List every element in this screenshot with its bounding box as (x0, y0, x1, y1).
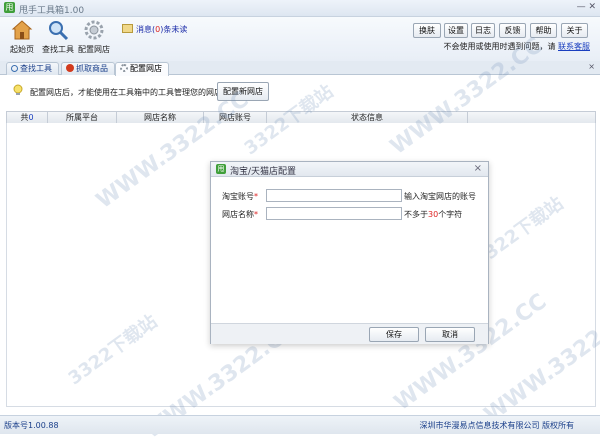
taobao-account-hint: 输入淘宝网店的账号 (404, 192, 476, 201)
hint-prefix: 不多于 (404, 210, 428, 219)
tab-label: 查找工具 (20, 64, 52, 73)
about-button[interactable]: 关于 (561, 23, 588, 38)
field-label: 淘宝账号 (222, 192, 254, 201)
title-bar: 甩 甩手工具箱1.00 — ✕ (0, 0, 600, 17)
count-value: 0 (28, 113, 34, 122)
lightbulb-icon (13, 84, 23, 95)
settings-button[interactable]: 设置 (444, 23, 468, 38)
dialog-title-bar: 甩 淘宝/天猫店配置 × (211, 162, 488, 177)
cancel-button[interactable]: 取消 (425, 327, 475, 342)
save-button[interactable]: 保存 (369, 327, 419, 342)
shop-name-label: 网店名称* (222, 209, 258, 220)
feedback-button[interactable]: 反馈 (499, 23, 526, 38)
home-icon (11, 20, 33, 40)
tab-grab-products[interactable]: 抓取商品 (61, 62, 115, 75)
window-controls[interactable]: — ✕ (577, 2, 596, 12)
notice-text: 配置网店后，才能使用在工具箱中的工具管理您的网店 (30, 88, 222, 97)
app-title: 甩手工具箱1.00 (19, 6, 85, 16)
app-icon: 甩 (4, 2, 15, 13)
shop-name-input[interactable] (266, 207, 402, 220)
message-suffix: )条未读 (160, 25, 188, 34)
gear-icon (120, 64, 128, 72)
message-link[interactable]: 消息(0)条未读 (122, 24, 187, 35)
required-mark: * (254, 192, 258, 201)
config-shop-tool-label: 配置网店 (78, 45, 110, 54)
config-shop-tool[interactable]: 配置网店 (72, 17, 116, 55)
copyright-text: 深圳市华漫易点信息技术有限公司 版权所有 (419, 421, 574, 430)
tab-find-tools[interactable]: 查找工具 (6, 62, 59, 75)
column-platform[interactable]: 所属平台 (48, 112, 117, 123)
hint-number: 30 (428, 210, 439, 219)
count-header: 共0 (7, 112, 48, 123)
dialog-footer: 保存 取消 (211, 323, 488, 344)
log-button[interactable]: 日志 (471, 23, 495, 38)
contact-service-link[interactable]: 联系客服 (558, 42, 590, 51)
tab-label: 抓取商品 (76, 64, 108, 73)
skin-button[interactable]: 换肤 (413, 23, 441, 38)
close-icon[interactable]: × (474, 163, 482, 174)
gear-icon (84, 20, 104, 40)
shop-name-hint: 不多于30个字符 (404, 209, 462, 220)
search-icon (49, 21, 69, 41)
field-label: 网店名称 (222, 210, 254, 219)
status-bar: 版本号1.00.88 深圳市华漫易点信息技术有限公司 版权所有 (0, 415, 600, 434)
message-prefix: 消息( (136, 25, 156, 34)
grab-icon (66, 64, 74, 72)
version-text: 版本号1.00.88 (4, 421, 59, 430)
tab-label: 配置网店 (130, 64, 162, 73)
taobao-account-input[interactable] (266, 189, 402, 202)
mail-icon (122, 24, 133, 33)
hint-suffix: 个字符 (438, 210, 463, 219)
close-tab-icon[interactable]: × (588, 62, 595, 71)
dialog-app-icon: 甩 (216, 164, 226, 174)
search-icon (11, 65, 18, 72)
tab-config-shop[interactable]: 配置网店 (115, 62, 169, 76)
shop-config-dialog: 甩 淘宝/天猫店配置 × 淘宝账号* 输入淘宝网店的账号 网店名称* 不多于30… (210, 161, 489, 344)
required-mark: * (254, 210, 258, 219)
dialog-title: 淘宝/天猫店配置 (230, 167, 297, 177)
taobao-account-label: 淘宝账号* (222, 191, 258, 202)
